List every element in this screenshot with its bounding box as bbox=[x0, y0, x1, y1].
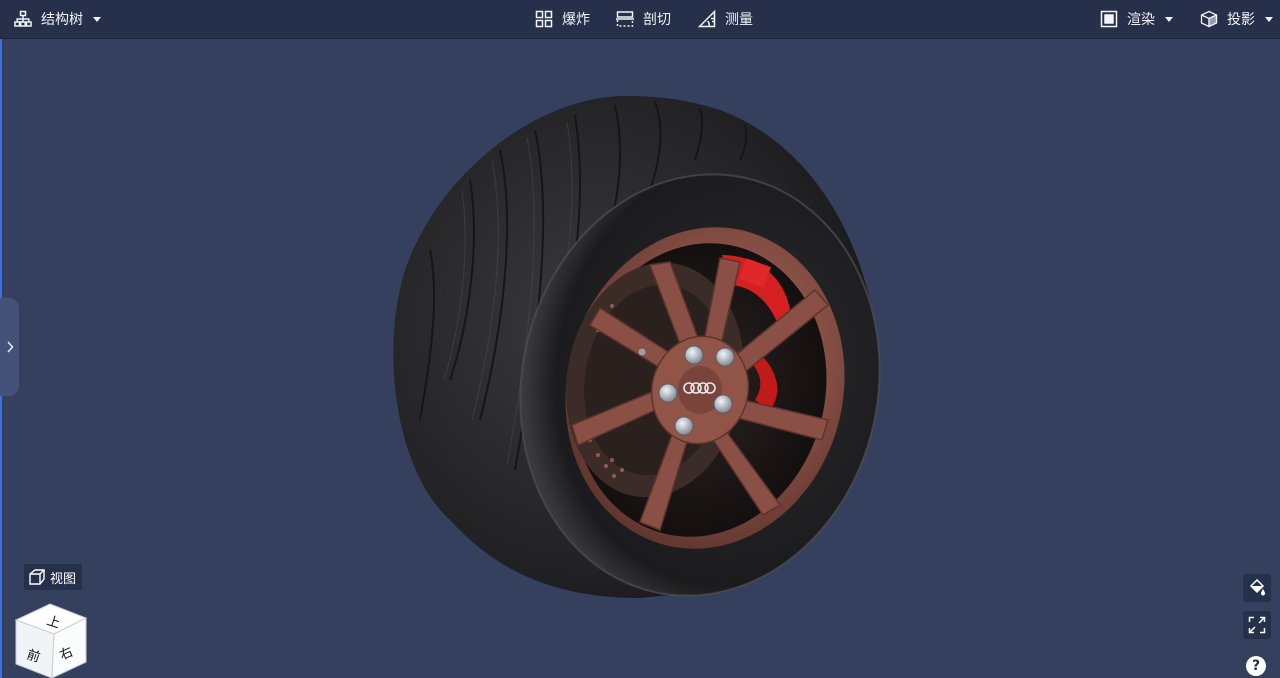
view-panel-label: 视图 bbox=[50, 571, 77, 587]
chevron-down-icon bbox=[1265, 16, 1273, 22]
measure-button[interactable]: 测量 bbox=[698, 0, 753, 38]
structure-tree-button[interactable]: 结构树 bbox=[14, 0, 101, 38]
explode-icon bbox=[535, 10, 553, 28]
projection-icon bbox=[1200, 10, 1218, 28]
structure-tree-icon bbox=[14, 10, 32, 27]
paint-bucket-icon bbox=[1249, 579, 1265, 596]
fullscreen-button[interactable] bbox=[1243, 611, 1271, 639]
3d-viewport[interactable] bbox=[0, 39, 1280, 678]
render-icon bbox=[1100, 10, 1118, 28]
measure-icon bbox=[698, 10, 716, 28]
structure-tree-label: 结构树 bbox=[41, 12, 83, 28]
section-cut-icon bbox=[616, 11, 634, 27]
projection-label: 投影 bbox=[1227, 12, 1255, 28]
section-cut-button[interactable]: 剖切 bbox=[616, 0, 671, 38]
projection-dropdown[interactable]: 投影 bbox=[1200, 0, 1273, 38]
section-cut-label: 剖切 bbox=[643, 12, 671, 28]
chevron-down-icon bbox=[1165, 16, 1173, 22]
wheel-model[interactable] bbox=[0, 39, 1280, 678]
render-label: 渲染 bbox=[1127, 12, 1155, 28]
render-dropdown[interactable]: 渲染 bbox=[1100, 0, 1173, 38]
top-toolbar: 结构树 爆炸 剖切 测量 渲染 投影 bbox=[0, 0, 1280, 39]
explode-label: 爆炸 bbox=[562, 12, 590, 28]
fullscreen-icon bbox=[1248, 616, 1266, 634]
navigation-view-cube[interactable]: 上 前 右 bbox=[10, 600, 90, 678]
explode-button[interactable]: 爆炸 bbox=[535, 0, 590, 38]
chevron-right-icon bbox=[6, 341, 14, 353]
view-panel-button[interactable]: 视图 bbox=[24, 564, 83, 590]
view-cube-icon bbox=[29, 569, 45, 585]
measure-label: 测量 bbox=[725, 12, 753, 28]
side-panel-toggle[interactable] bbox=[0, 298, 19, 396]
chevron-down-icon bbox=[93, 16, 101, 22]
paint-bucket-button[interactable] bbox=[1243, 574, 1271, 602]
help-button[interactable]: ? bbox=[1246, 656, 1266, 676]
